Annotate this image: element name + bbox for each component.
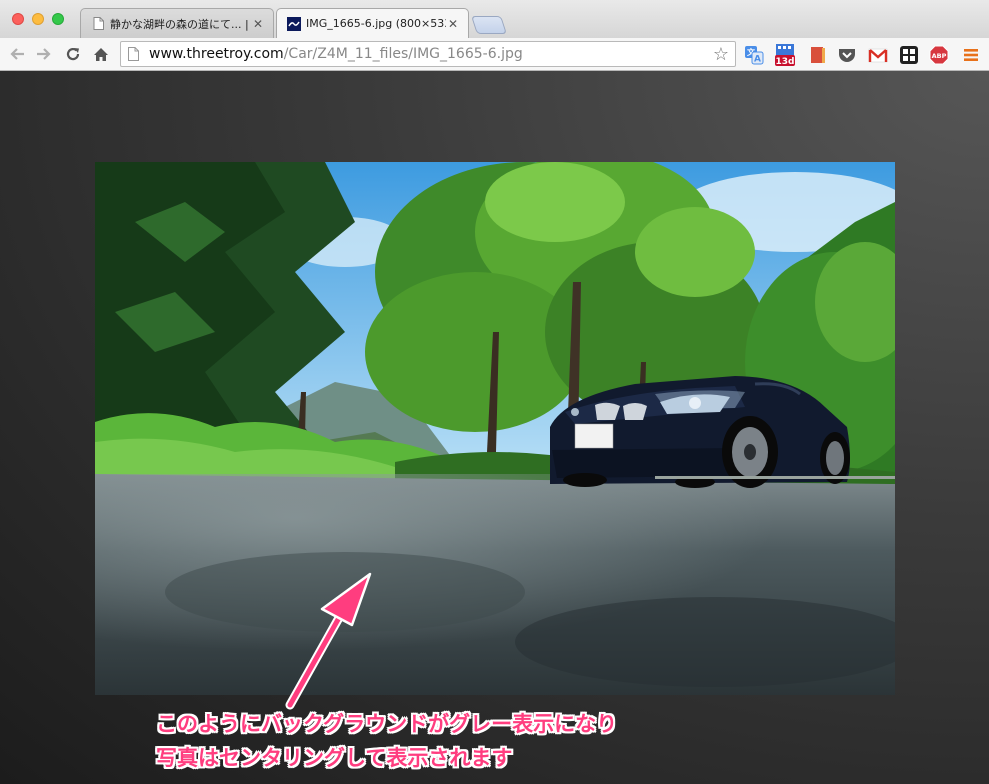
page-icon (91, 17, 105, 31)
minimize-window-button[interactable] (32, 13, 44, 25)
url-text: www.threetroy.com/Car/Z4M_11_files/IMG_1… (149, 46, 711, 62)
browser-window: 静かな湖畔の森の道にて... | ✕ IMG_1665-6.jpg (800×5… (0, 0, 989, 784)
gmail-extension-icon[interactable] (868, 45, 888, 65)
calendar-extension-icon[interactable]: 13d (775, 43, 795, 67)
tab-close-icon[interactable]: ✕ (446, 17, 460, 31)
tab-article[interactable]: 静かな湖畔の森の道にて... | ✕ (80, 8, 274, 38)
new-tab-button[interactable] (471, 16, 507, 34)
page-viewport: このようにバックグラウンドがグレー表示になり 写真はセンタリングして表示されます (0, 71, 989, 784)
annotation-text-line1: このようにバックグラウンドがグレー表示になり (156, 712, 618, 736)
reload-icon (66, 47, 80, 61)
bookmark-star-icon[interactable]: ☆ (711, 44, 731, 65)
tab-strip: 静かな湖畔の森の道にて... | ✕ IMG_1665-6.jpg (800×5… (0, 0, 989, 38)
annotation-text-line2: 写真はセンタリングして表示されます (156, 746, 513, 770)
translate-extension-icon[interactable]: 文A (744, 45, 764, 65)
grid-extension-icon[interactable] (899, 45, 919, 65)
back-button[interactable] (6, 43, 28, 65)
svg-text:A: A (754, 55, 761, 65)
bookmark-extension-icon[interactable] (808, 45, 828, 65)
tab-title: IMG_1665-6.jpg (800×533) (306, 17, 446, 30)
browser-toolbar: www.threetroy.com/Car/Z4M_11_files/IMG_1… (0, 38, 989, 71)
back-arrow-icon (10, 48, 24, 60)
zoom-window-button[interactable] (52, 13, 64, 25)
svg-text:ABP: ABP (932, 52, 947, 60)
adblock-plus-icon[interactable]: ABP (929, 45, 949, 65)
tab-close-icon[interactable]: ✕ (251, 17, 265, 31)
url-path: /Car/Z4M_11_files/IMG_1665-6.jpg (283, 46, 523, 62)
close-window-button[interactable] (12, 13, 24, 25)
forward-arrow-icon (37, 48, 51, 60)
threetroy-favicon (287, 16, 301, 31)
tab-title: 静かな湖畔の森の道にて... | (110, 17, 249, 31)
home-icon (94, 47, 108, 61)
annotation-arrow-icon (285, 572, 372, 710)
pocket-extension-icon[interactable] (837, 45, 857, 65)
forward-button[interactable] (33, 43, 55, 65)
tab-image[interactable]: IMG_1665-6.jpg (800×533) ✕ (276, 8, 469, 38)
menu-icon[interactable] (961, 45, 981, 65)
reload-button[interactable] (62, 43, 84, 65)
url-host: www.threetroy.com (149, 46, 284, 62)
address-bar[interactable]: www.threetroy.com/Car/Z4M_11_files/IMG_1… (120, 41, 736, 67)
svg-text:13d: 13d (776, 57, 795, 67)
page-icon (128, 47, 139, 61)
home-button[interactable] (90, 43, 112, 65)
